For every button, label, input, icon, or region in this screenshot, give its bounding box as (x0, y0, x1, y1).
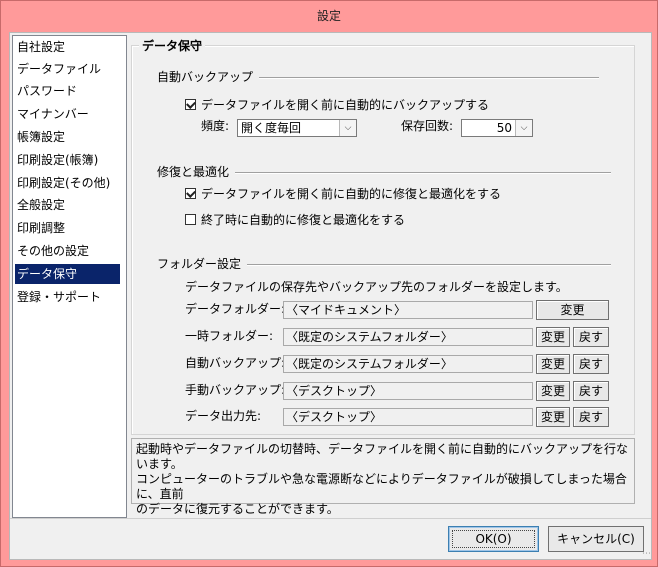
manual-backup-folder-change-button[interactable]: 変更 (536, 381, 570, 401)
auto-backup-checkbox-label: データファイルを開く前に自動的にバックアップする (201, 97, 490, 112)
panel-title: データ保守 (139, 39, 206, 53)
cancel-button[interactable]: キャンセル(C) (548, 526, 644, 552)
repair-on-exit-option[interactable]: 終了時に自動的に修復と最適化をする (185, 210, 405, 228)
backup-count-value: 50 (496, 121, 512, 135)
info-description-box: 起動時やデータファイルの切替時、データファイルを開く前に自動的にバックアップを行… (131, 438, 635, 516)
info-line-1: 起動時やデータファイルの切替時、データファイルを開く前に自動的にバックアップを行… (136, 442, 629, 471)
temp-folder-reset-button[interactable]: 戻す (573, 327, 609, 347)
auto-backup-folder-field[interactable]: 〈既定のシステムフォルダー〉 (283, 355, 533, 373)
auto-backup-folder-label: 自動バックアップ: (185, 356, 286, 370)
temp-folder-label: 一時フォルダー: (185, 329, 274, 343)
dialog-client: 自社設定 データファイル パスワード マイナンバー 帳簿設定 印刷設定(帳簿) … (9, 32, 652, 560)
repair-on-open-checkbox[interactable] (185, 187, 196, 199)
chevron-down-icon[interactable]: ⌵ (339, 120, 356, 136)
temp-folder-change-button[interactable]: 変更 (536, 327, 570, 347)
nav-item-data-maintenance[interactable]: データ保守 (15, 264, 120, 284)
data-output-folder-label: データ出力先: (185, 409, 262, 423)
backup-count-select[interactable]: 50 ⌵ (461, 119, 533, 137)
backup-count-label: 保存回数: (401, 119, 454, 133)
data-folder-field[interactable]: 〈マイドキュメント〉 (283, 301, 533, 319)
nav-item-registration-support[interactable]: 登録・サポート (15, 287, 120, 307)
auto-backup-checkbox[interactable] (185, 98, 196, 110)
folder-section-label: フォルダー設定 (157, 256, 248, 272)
footer-divider (10, 518, 651, 519)
auto-backup-option[interactable]: データファイルを開く前に自動的にバックアップする (185, 95, 489, 113)
cancel-button-label: キャンセル(C) (557, 532, 635, 546)
auto-backup-folder-reset-button[interactable]: 戻す (573, 354, 609, 374)
data-folder-change-button[interactable]: 変更 (536, 300, 609, 320)
window-title: 設定 (316, 9, 341, 23)
nav-item-data-file[interactable]: データファイル (15, 59, 120, 79)
nav-item-ledger-settings[interactable]: 帳簿設定 (15, 127, 120, 147)
ok-button[interactable]: OK(O) (448, 526, 539, 552)
settings-category-list[interactable]: 自社設定 データファイル パスワード マイナンバー 帳簿設定 印刷設定(帳簿) … (12, 35, 127, 518)
nav-item-password[interactable]: パスワード (15, 81, 120, 101)
repair-on-open-option[interactable]: データファイルを開く前に自動的に修復と最適化をする (185, 184, 501, 202)
repair-on-exit-checkbox[interactable] (185, 213, 196, 225)
manual-backup-folder-reset-button[interactable]: 戻す (573, 381, 609, 401)
folder-description: データファイルの保存先やバックアップ先のフォルダーを設定します。 (185, 280, 568, 294)
focus-rect (452, 530, 535, 548)
settings-dialog: 設定 自社設定 データファイル パスワード マイナンバー 帳簿設定 印刷設定(帳… (0, 0, 658, 567)
nav-item-general[interactable]: 全般設定 (15, 195, 120, 215)
nav-item-other-settings[interactable]: その他の設定 (15, 241, 120, 261)
manual-backup-folder-field[interactable]: 〈デスクトップ〉 (283, 382, 533, 400)
auto-backup-section-label: 自動バックアップ (157, 69, 260, 85)
frequency-label: 頻度: (201, 119, 230, 133)
data-output-folder-change-button[interactable]: 変更 (536, 407, 570, 427)
repair-on-open-label: データファイルを開く前に自動的に修復と最適化をする (201, 186, 502, 201)
data-output-folder-reset-button[interactable]: 戻す (573, 407, 609, 427)
manual-backup-folder-label: 手動バックアップ: (185, 383, 286, 397)
repair-section-label: 修復と最適化 (157, 164, 236, 180)
data-output-folder-field[interactable]: 〈デスクトップ〉 (283, 408, 533, 426)
info-line-2: コンピューターのトラブルや急な電源断などによりデータファイルが破損してしまった場… (136, 472, 627, 501)
frequency-select[interactable]: 開く度毎回 ⌵ (237, 119, 357, 137)
frequency-value: 開く度毎回 (241, 121, 302, 135)
nav-item-my-number[interactable]: マイナンバー (15, 104, 120, 124)
temp-folder-field[interactable]: 〈既定のシステムフォルダー〉 (283, 328, 533, 346)
data-folder-label: データフォルダー: (185, 302, 286, 316)
nav-item-company[interactable]: 自社設定 (15, 37, 120, 57)
nav-item-print-other[interactable]: 印刷設定(その他) (15, 173, 120, 193)
nav-item-print-adjust[interactable]: 印刷調整 (15, 218, 120, 238)
resize-grip-icon[interactable]: ⋯ (641, 549, 651, 559)
chevron-down-icon[interactable]: ⌵ (515, 120, 532, 136)
repair-on-exit-label: 終了時に自動的に修復と最適化をする (201, 212, 406, 227)
auto-backup-folder-change-button[interactable]: 変更 (536, 354, 570, 374)
info-line-3: のデータに復元することができます。 (136, 502, 339, 516)
nav-item-print-ledger[interactable]: 印刷設定(帳簿) (15, 150, 120, 170)
data-maintenance-panel: データ保守 自動バックアップ データファイルを開く前に自動的にバックアップする … (131, 39, 635, 435)
